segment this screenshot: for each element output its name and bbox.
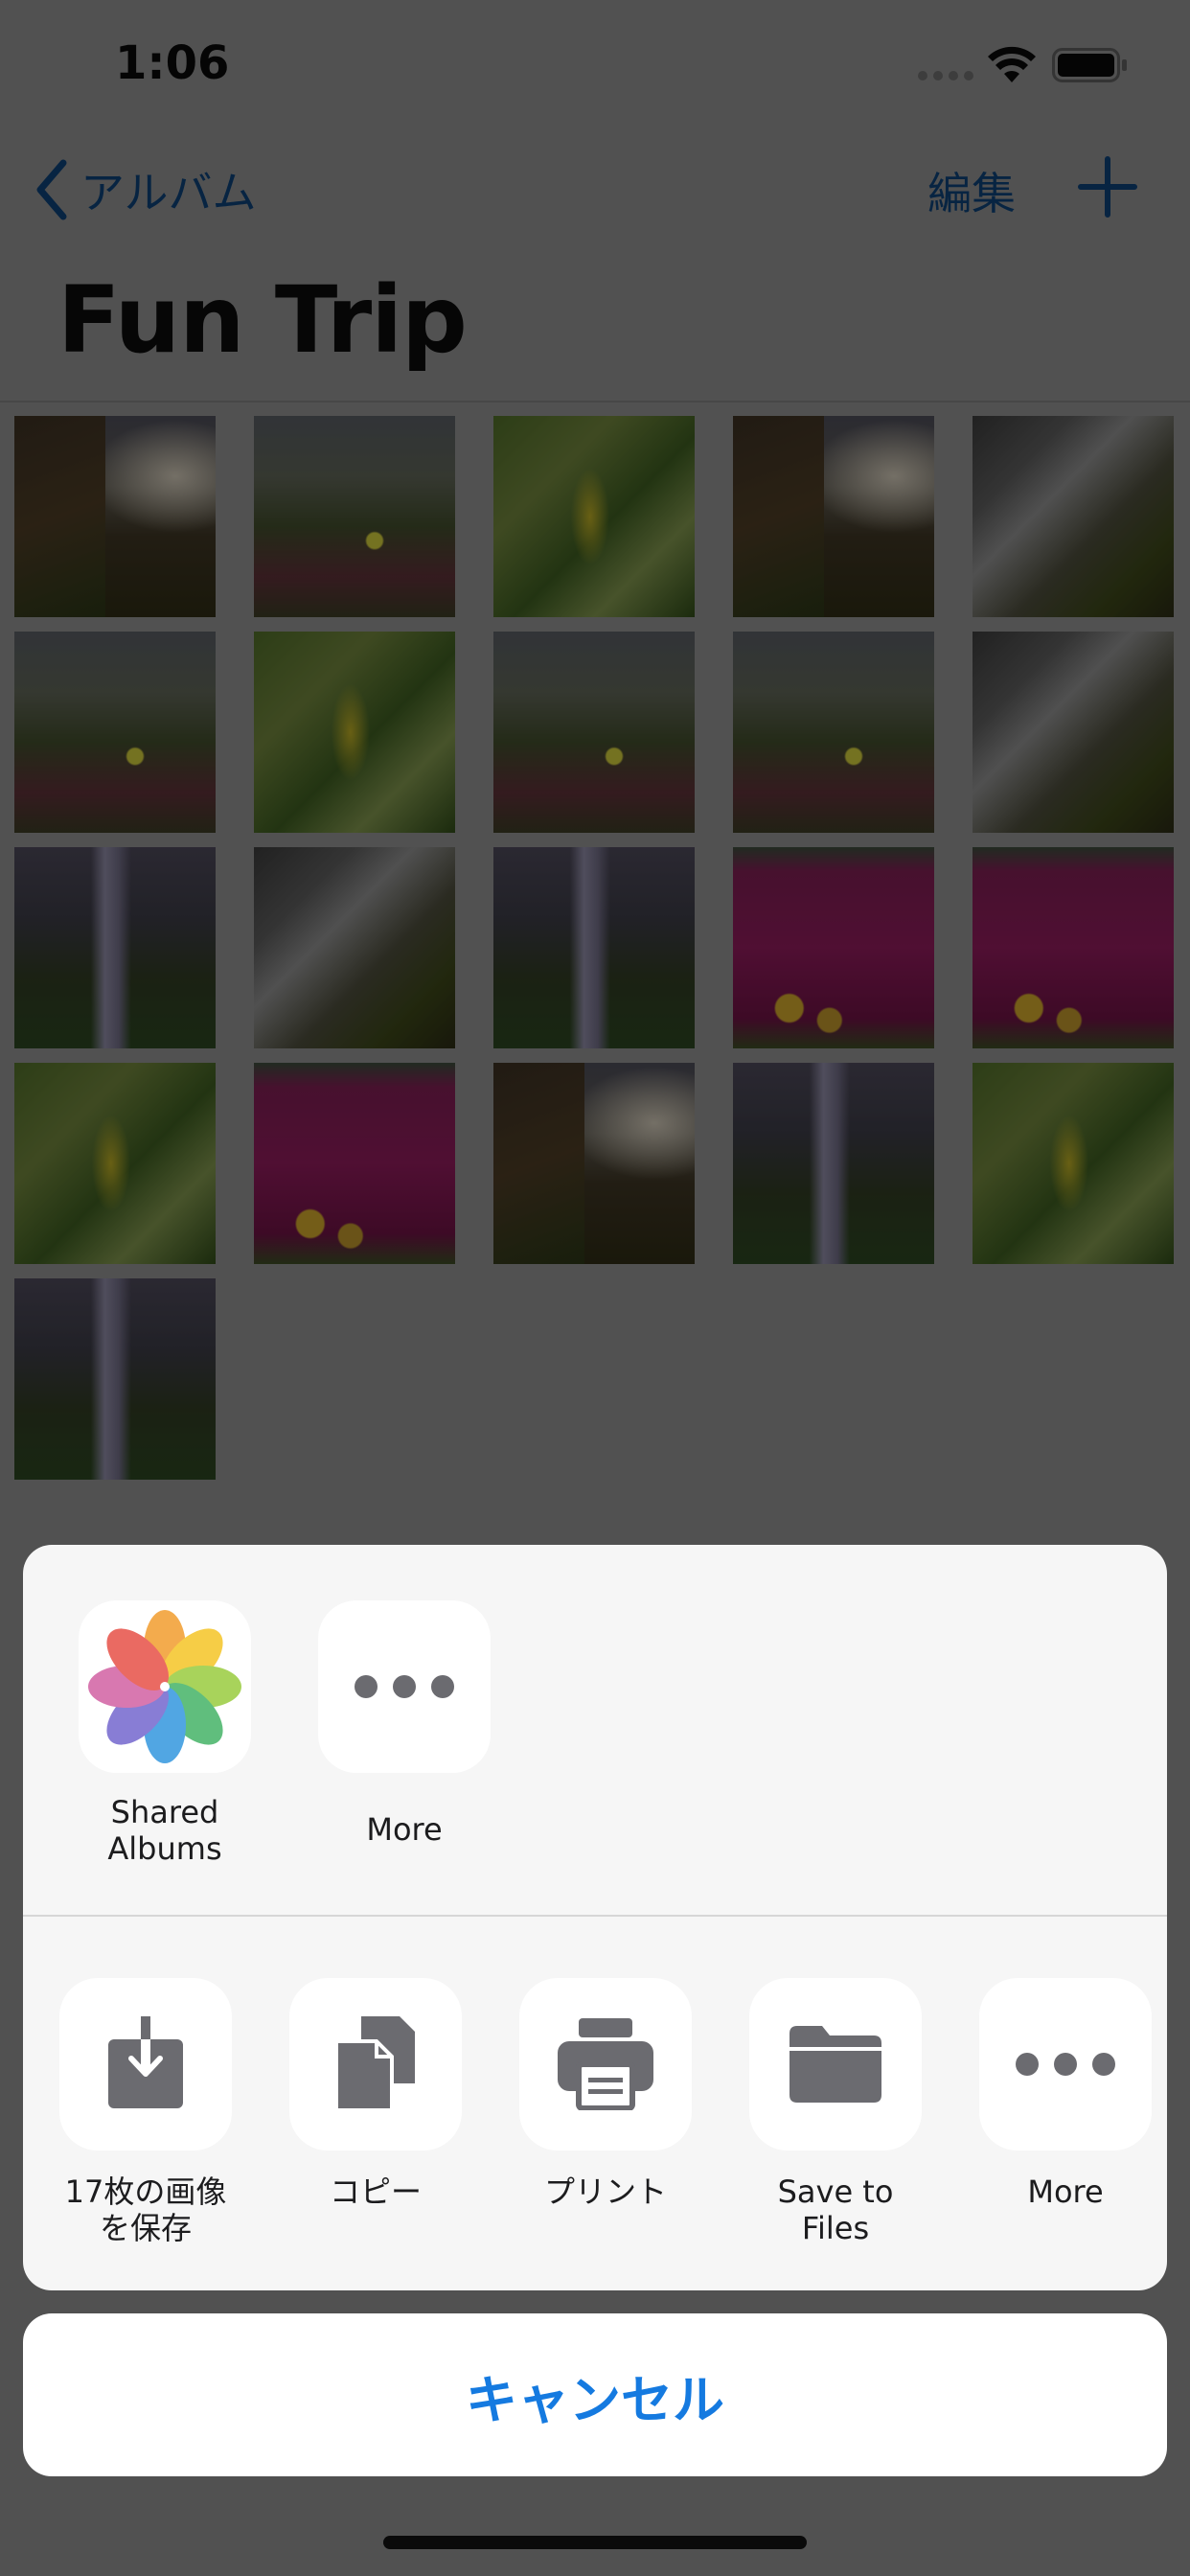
print-tile <box>519 1978 692 2150</box>
action-label: コピー <box>329 2174 422 2210</box>
app-label: More <box>366 1811 443 1848</box>
action-label: More <box>1027 2174 1104 2210</box>
folder-icon <box>790 2026 881 2103</box>
action-more[interactable]: More <box>979 1978 1152 2210</box>
app-more[interactable]: More <box>299 1600 510 1848</box>
edit-button[interactable]: 編集 <box>927 159 1016 222</box>
photo-thumbnail[interactable] <box>973 1063 1174 1264</box>
photo-thumbnail[interactable] <box>733 416 934 617</box>
action-copy[interactable]: コピー <box>289 1978 462 2210</box>
status-time: 1:06 <box>115 36 230 90</box>
chevron-left-icon <box>36 159 67 220</box>
photo-thumbnail[interactable] <box>14 847 216 1048</box>
photo-thumbnail[interactable] <box>733 1063 934 1264</box>
cancel-button[interactable]: キャンセル <box>23 2313 1167 2476</box>
status-bar: 1:06 <box>0 0 1190 128</box>
photo-thumbnail[interactable] <box>14 416 216 617</box>
more-action-tile <box>979 1978 1152 2150</box>
photo-thumbnail[interactable] <box>733 847 934 1048</box>
photo-thumbnail[interactable] <box>254 1063 455 1264</box>
battery-icon <box>1052 48 1127 82</box>
action-print[interactable]: プリント <box>519 1978 692 2210</box>
photo-thumbnail[interactable] <box>493 847 695 1048</box>
back-label: アルバム <box>80 167 257 218</box>
cellular-signal-icon <box>918 71 973 80</box>
album-title: Fun Trip <box>57 266 468 374</box>
app-label: Shared Albums <box>107 1794 222 1867</box>
photos-app-tile <box>79 1600 251 1773</box>
more-app-tile <box>318 1600 491 1773</box>
photo-thumbnail[interactable] <box>14 632 216 833</box>
save-image-tile <box>59 1978 232 2150</box>
action-label: Save to Files <box>777 2174 894 2246</box>
photo-thumbnail[interactable] <box>973 632 1174 833</box>
home-indicator <box>383 2536 807 2549</box>
action-label: プリント <box>543 2174 667 2210</box>
photo-thumbnail[interactable] <box>493 632 695 833</box>
photo-thumbnail[interactable] <box>14 1063 216 1264</box>
photo-thumbnail[interactable] <box>493 416 695 617</box>
print-icon <box>558 2018 653 2110</box>
back-button[interactable]: アルバム <box>33 153 257 226</box>
photo-thumbnail[interactable] <box>973 847 1174 1048</box>
wifi-icon <box>988 46 1036 82</box>
share-sheet: Shared Albums More 17枚の画像 を保存 コピー プリント S… <box>23 1545 1167 2290</box>
action-save-to-files[interactable]: Save to Files <box>749 1978 922 2246</box>
copy-tile <box>289 1978 462 2150</box>
sheet-divider <box>23 1915 1167 1917</box>
app-shared-albums[interactable]: Shared Albums <box>59 1600 270 1867</box>
save-image-icon <box>108 2016 183 2108</box>
photos-icon <box>88 1610 241 1763</box>
photo-thumbnail[interactable] <box>254 632 455 833</box>
photo-thumbnail[interactable] <box>254 847 455 1048</box>
photo-thumbnail[interactable] <box>733 632 934 833</box>
action-label: 17枚の画像 を保存 <box>64 2174 227 2246</box>
photo-thumbnail[interactable] <box>14 1278 216 1480</box>
more-icon <box>355 1675 454 1698</box>
photo-thumbnail[interactable] <box>973 416 1174 617</box>
photo-thumbnail[interactable] <box>254 416 455 617</box>
folder-tile <box>749 1978 922 2150</box>
photo-thumbnail[interactable] <box>493 1063 695 1264</box>
action-save-images[interactable]: 17枚の画像 を保存 <box>59 1978 232 2246</box>
add-icon[interactable] <box>1077 153 1138 220</box>
more-icon <box>1016 2053 1115 2076</box>
copy-icon <box>334 2016 415 2112</box>
nav-divider <box>0 401 1190 402</box>
